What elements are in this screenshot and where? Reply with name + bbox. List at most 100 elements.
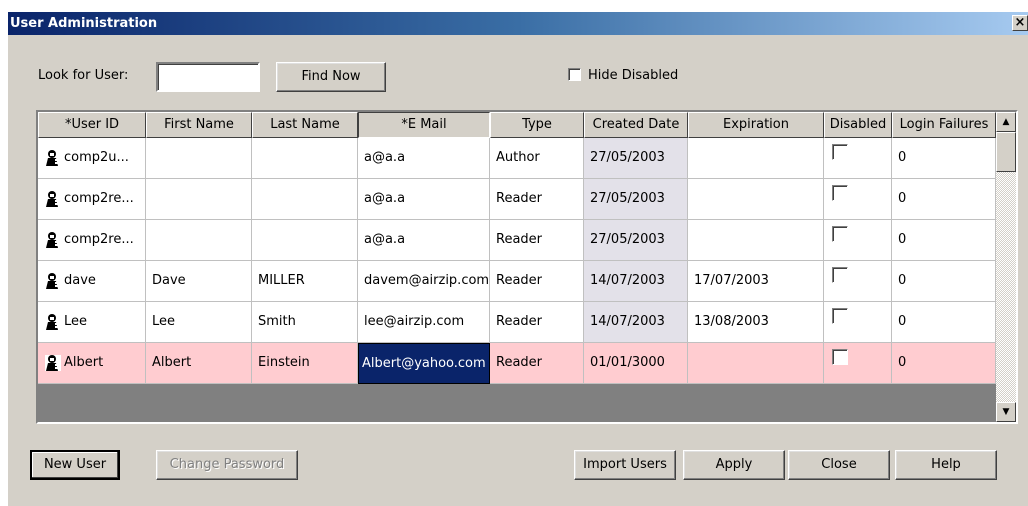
col-expiration-cell[interactable]: 13/08/2003 (688, 302, 824, 343)
close-button[interactable]: Close (788, 450, 890, 480)
disabled-checkbox[interactable] (832, 349, 848, 365)
col-first-name-cell[interactable]: Dave (146, 261, 252, 302)
col-user-id-cell[interactable]: comp2u... (38, 138, 146, 179)
table-row[interactable]: comp2re... a@a.a Reader 27/05/2003 0 (38, 220, 996, 261)
import-users-button[interactable]: Import Users (574, 450, 676, 480)
col-user-id-cell[interactable]: dave (38, 261, 146, 302)
col-created-date-cell[interactable]: 27/05/2003 (584, 220, 688, 261)
col-last-name-cell[interactable]: Einstein (252, 343, 358, 384)
col-type-cell[interactable]: Reader (490, 302, 584, 343)
col-disabled-cell[interactable] (824, 261, 892, 302)
col-type-header[interactable]: Type (490, 112, 584, 138)
col-type-cell[interactable]: Reader (490, 343, 584, 384)
col-last-name-cell[interactable]: Smith (252, 302, 358, 343)
col-last-name-cell[interactable] (252, 179, 358, 220)
hide-disabled-checkbox[interactable] (568, 68, 581, 81)
col-expiration-header[interactable]: Expiration (688, 112, 824, 138)
col-disabled-cell[interactable] (824, 179, 892, 220)
col-last-name-cell[interactable] (252, 138, 358, 179)
table-row[interactable]: Albert Albert Einstein Albert@yahoo.com Read… (38, 343, 996, 384)
scroll-down-button[interactable]: ▼ (996, 402, 1016, 422)
table-row[interactable]: Lee Lee Smith lee@airzip.com Reader 14/07/200… (38, 302, 996, 343)
col-login-failures-header[interactable]: Login Failures (892, 112, 996, 138)
new-user-button[interactable]: New User (30, 450, 120, 480)
col-last-name-cell[interactable] (252, 220, 358, 261)
col-email-cell[interactable]: a@a.a (358, 220, 490, 261)
help-button[interactable]: Help (895, 450, 997, 480)
col-expiration-cell[interactable]: 17/07/2003 (688, 261, 824, 302)
col-first-name-cell[interactable]: Albert (146, 343, 252, 384)
col-email-cell[interactable]: a@a.a (358, 138, 490, 179)
table-row[interactable]: comp2u... a@a.a Author 27/05/2003 0 (38, 138, 996, 179)
col-email-cell[interactable]: lee@airzip.com (358, 302, 490, 343)
col-email-header[interactable]: *E Mail (358, 112, 490, 138)
col-user-id-cell[interactable]: comp2re... (38, 220, 146, 261)
col-login-failures-cell[interactable]: 0 (892, 343, 996, 384)
col-first-name-header[interactable]: First Name (146, 112, 252, 138)
col-disabled-header[interactable]: Disabled (824, 112, 892, 138)
col-user-id-header[interactable]: *User ID (38, 112, 146, 138)
title-bar[interactable]: User Administration × (8, 12, 1028, 35)
disabled-checkbox[interactable] (832, 267, 848, 283)
disabled-checkbox[interactable] (832, 185, 848, 201)
created-date-text: 14/07/2003 (590, 273, 665, 288)
col-login-failures-cell[interactable]: 0 (892, 261, 996, 302)
col-last-name-header[interactable]: Last Name (252, 112, 358, 138)
col-expiration-cell[interactable] (688, 138, 824, 179)
close-window-button[interactable]: × (1012, 15, 1028, 31)
col-email-cell[interactable]: davem@airzip.com (358, 261, 490, 302)
find-now-button[interactable]: Find Now (276, 62, 386, 92)
col-user-id-cell[interactable]: Albert (38, 343, 146, 384)
type-text: Reader (496, 191, 543, 206)
col-user-id-cell[interactable]: Lee (38, 302, 146, 343)
col-created-date-cell[interactable]: 14/07/2003 (584, 302, 688, 343)
col-first-name-cell[interactable] (146, 138, 252, 179)
disabled-checkbox[interactable] (832, 226, 848, 242)
col-expiration-cell[interactable] (688, 220, 824, 261)
col-disabled-cell[interactable] (824, 302, 892, 343)
col-type-cell[interactable]: Reader (490, 179, 584, 220)
table-row[interactable]: comp2re... a@a.a Reader 27/05/2003 0 (38, 179, 996, 220)
scroll-thumb[interactable] (996, 132, 1016, 172)
col-email-cell[interactable]: a@a.a (358, 179, 490, 220)
col-login-failures-cell[interactable]: 0 (892, 138, 996, 179)
grid-vertical-scrollbar[interactable]: ▲ ▼ (996, 112, 1016, 422)
col-expiration-cell[interactable] (688, 179, 824, 220)
users-grid-body: *User ID First Name Last Name *E Mail Type Cr… (38, 112, 996, 422)
col-type-cell[interactable]: Author (490, 138, 584, 179)
disabled-checkbox[interactable] (832, 308, 848, 324)
disabled-checkbox[interactable] (832, 144, 848, 160)
col-created-date-cell[interactable]: 01/01/3000 (584, 343, 688, 384)
scroll-up-button[interactable]: ▲ (996, 112, 1016, 132)
col-created-date-header[interactable]: Created Date (584, 112, 688, 138)
look-for-user-input[interactable] (156, 62, 260, 92)
apply-button[interactable]: Apply (683, 450, 785, 480)
col-created-date-cell[interactable]: 27/05/2003 (584, 138, 688, 179)
col-first-name-cell[interactable] (146, 220, 252, 261)
type-text: Reader (496, 273, 543, 288)
last-name-text: MILLER (258, 273, 305, 288)
col-login-failures-cell[interactable]: 0 (892, 179, 996, 220)
user-id-text: comp2re... (64, 191, 134, 206)
col-email-cell[interactable]: Albert@yahoo.com (358, 343, 490, 384)
col-user-id-cell[interactable]: comp2re... (38, 179, 146, 220)
col-last-name-cell[interactable]: MILLER (252, 261, 358, 302)
first-name-text: Albert (152, 355, 192, 370)
table-row[interactable]: dave Dave MILLER davem@airzip.com Reader 14/0… (38, 261, 996, 302)
col-login-failures-cell[interactable]: 0 (892, 220, 996, 261)
created-date-text: 27/05/2003 (590, 191, 665, 206)
scroll-track[interactable] (996, 132, 1016, 402)
col-login-failures-cell[interactable]: 0 (892, 302, 996, 343)
col-first-name-cell[interactable]: Lee (146, 302, 252, 343)
col-type-cell[interactable]: Reader (490, 220, 584, 261)
expiration-text: 17/07/2003 (694, 273, 769, 288)
email-text: lee@airzip.com (364, 314, 465, 329)
col-created-date-cell[interactable]: 27/05/2003 (584, 179, 688, 220)
col-disabled-cell[interactable] (824, 220, 892, 261)
col-created-date-cell[interactable]: 14/07/2003 (584, 261, 688, 302)
col-disabled-cell[interactable] (824, 138, 892, 179)
col-expiration-cell[interactable] (688, 343, 824, 384)
col-first-name-cell[interactable] (146, 179, 252, 220)
col-type-cell[interactable]: Reader (490, 261, 584, 302)
col-disabled-cell[interactable] (824, 343, 892, 384)
